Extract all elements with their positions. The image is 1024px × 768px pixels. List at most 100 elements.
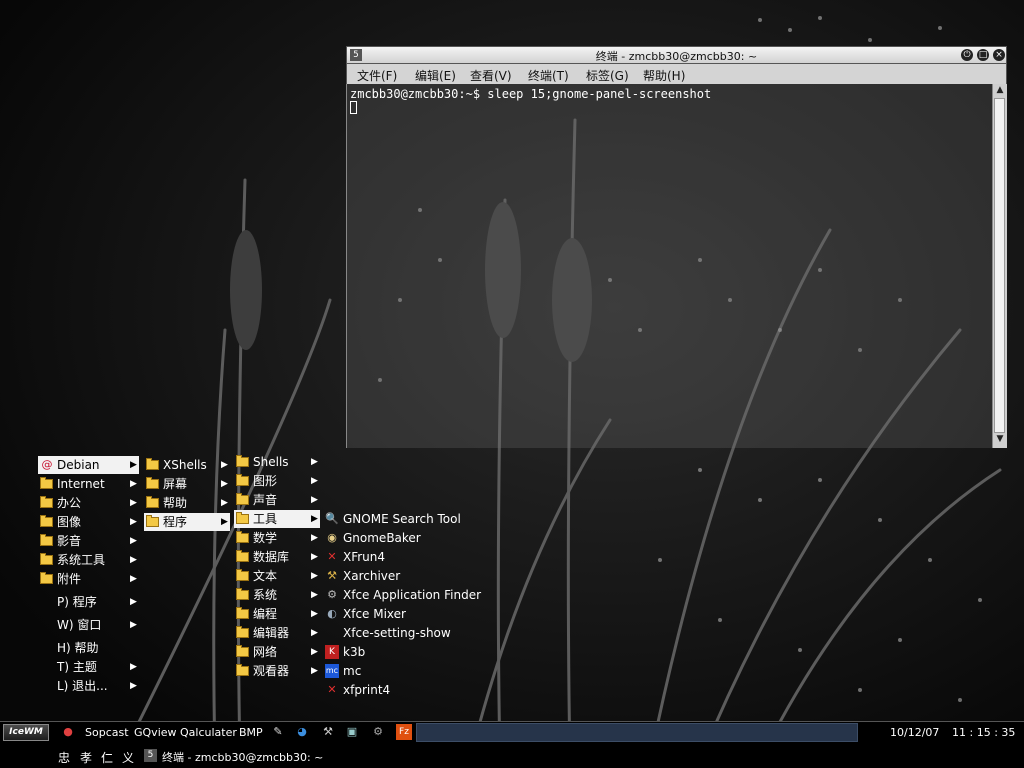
menu-item-xshells[interactable]: XShells ▶ [144,456,230,474]
submenu-arrow-icon: ▶ [130,597,137,607]
menu-item-multimedia[interactable]: 影音 ▶ [38,532,139,550]
menu-item-programming[interactable]: 编程 ▶ [234,605,320,623]
submenu-arrow-icon: ▶ [311,533,318,543]
menu-item-xarchiver[interactable]: ⚒ Xarchiver [324,567,464,585]
submenu-arrow-icon: ▶ [221,460,228,470]
submenu-arrow-icon: ▶ [311,647,318,657]
folder-icon [146,515,159,527]
terminal-output[interactable]: zmcbb30@zmcbb30:~$ sleep 15;gnome-panel-… [346,84,992,448]
menu-terminal[interactable]: 终端(T) [528,67,569,84]
menu-view[interactable]: 查看(V) [470,67,512,84]
menu-item-xfce-mixer[interactable]: ◐ Xfce Mixer [324,605,464,623]
folder-icon [40,496,53,508]
submenu-arrow-icon: ▶ [311,457,318,467]
menu-item-tools[interactable]: 工具 ▶ [234,510,320,528]
folder-icon [236,493,249,505]
menu-item-xfrun4[interactable]: ✕ XFrun4 [324,548,464,566]
menu-item-graphics-apps[interactable]: 图形 ▶ [234,472,320,490]
filezilla-icon[interactable]: Fz [396,724,412,740]
folder-icon [236,588,249,600]
gear-icon[interactable]: ⚙ [370,724,386,740]
menu-item-debian-help[interactable]: 帮助 ▶ [144,494,230,512]
menu-item-accessories[interactable]: 附件 ▶ [38,570,139,588]
workspace-4[interactable]: 义 [122,749,134,766]
menu-item-office[interactable]: 办公 ▶ [38,494,139,512]
cd-icon: ◉ [327,531,337,544]
sopcast-icon[interactable]: ● [60,724,76,740]
menu-item-editors[interactable]: 编辑器 ▶ [234,624,320,642]
menu-item-debian-programs[interactable]: 程序 ▶ [144,513,230,531]
folder-icon [236,550,249,562]
menu-item-system[interactable]: 系统 ▶ [234,586,320,604]
terminal-menubar: 文件(F) 编辑(E) 查看(V) 终端(T) 标签(G) 帮助(H) [346,64,1007,84]
text-cursor [350,101,357,114]
workspace-2[interactable]: 孝 [80,749,92,766]
scrollbar-thumb[interactable] [994,98,1005,433]
menu-item-viewers[interactable]: 观看器 ▶ [234,662,320,680]
submenu-arrow-icon: ▶ [311,590,318,600]
scrollbar[interactable]: ▲ ▼ [992,84,1007,448]
menu-item-xfce-setting-show[interactable]: Xfce-setting-show [324,624,464,642]
menu-item-debian[interactable]: @ Debian ▶ [38,456,139,474]
task-area[interactable] [416,723,858,742]
menu-item-logout[interactable]: L) 退出... ▶ [38,677,139,695]
menu-edit[interactable]: 编辑(E) [415,67,456,84]
menu-item-internet[interactable]: Internet ▶ [38,475,139,493]
maximize-button[interactable]: □ [977,49,989,61]
workspace-1[interactable]: 忠 [58,749,70,766]
menu-item-system-tools[interactable]: 系统工具 ▶ [38,551,139,569]
menu-item-gnomebaker[interactable]: ◉ GnomeBaker [324,529,464,547]
menu-item-xfce-app-finder[interactable]: ⚙ Xfce Application Finder [324,586,481,604]
submenu-arrow-icon: ▶ [130,555,137,565]
menu-item-help[interactable]: H) 帮助 [38,639,139,657]
monitor-icon[interactable]: ▣ [344,724,360,740]
menu-item-sound[interactable]: 声音 ▶ [234,491,320,509]
submenu-arrow-icon: ▶ [130,536,137,546]
menu-tabs[interactable]: 标签(G) [586,67,629,84]
globe-icon[interactable]: ◕ [294,724,310,740]
scroll-down-arrow-icon[interactable]: ▼ [995,434,1005,444]
mc-icon: mc [325,664,339,678]
close-button[interactable]: × [993,49,1005,61]
menu-item-network[interactable]: 网络 ▶ [234,643,320,661]
clock-date: 10/12/07 [890,726,940,739]
menu-file[interactable]: 文件(F) [357,67,397,84]
folder-icon [236,531,249,543]
menu-item-themes[interactable]: T) 主题 ▶ [38,658,139,676]
launcher-qalculater[interactable]: Qalculater [180,726,237,739]
menu-item-k3b[interactable]: K k3b [324,643,464,661]
menu-item-mc[interactable]: mc mc [324,662,464,680]
menu-item-windows[interactable]: W) 窗口 ▶ [38,616,139,634]
folder-icon [40,534,53,546]
menu-item-gnome-search-tool[interactable]: 🔍 GNOME Search Tool [324,510,464,528]
menu-item-xfprint4[interactable]: ✕ xfprint4 [324,681,464,699]
submenu-arrow-icon: ▶ [311,571,318,581]
hammer-icon[interactable]: ⚒ [320,724,336,740]
launcher-sopcast[interactable]: Sopcast [85,726,129,739]
menu-help[interactable]: 帮助(H) [643,67,685,84]
task-button-terminal[interactable]: 5 终端 - zmcbb30@zmcbb30: ~ [144,748,324,766]
terminal-titlebar[interactable]: 5 终端 - zmcbb30@zmcbb30: ~ ⏻ □ × [346,46,1007,64]
menu-item-text[interactable]: 文本 ▶ [234,567,320,585]
menu-item-database[interactable]: 数据库 ▶ [234,548,320,566]
launcher-bmp[interactable]: BMP [239,726,263,739]
menu-item-graphics[interactable]: 图像 ▶ [38,513,139,531]
terminal-window[interactable]: 5 终端 - zmcbb30@zmcbb30: ~ ⏻ □ × 文件(F) 编辑… [346,46,1007,448]
menu-item-screen[interactable]: 屏幕 ▶ [144,475,230,493]
menu-item-shells[interactable]: Shells ▶ [234,453,320,471]
editor-icon[interactable]: ✎ [270,724,286,740]
debian-swirl-icon: @ [41,458,53,471]
folder-icon [146,496,159,508]
launcher-gqview[interactable]: GQview [134,726,177,739]
folder-icon [236,512,249,524]
menu-item-programs[interactable]: P) 程序 ▶ [38,593,139,611]
menu-item-math[interactable]: 数学 ▶ [234,529,320,547]
workspace-3[interactable]: 仁 [101,749,113,766]
submenu-arrow-icon: ▶ [130,498,137,508]
start-button[interactable]: IceWM [3,724,49,741]
submenu-arrow-icon: ▶ [130,620,137,630]
minimize-button[interactable]: ⏻ [961,49,973,61]
scroll-up-arrow-icon[interactable]: ▲ [995,85,1005,95]
submenu-arrow-icon: ▶ [311,476,318,486]
folder-icon [146,477,159,489]
